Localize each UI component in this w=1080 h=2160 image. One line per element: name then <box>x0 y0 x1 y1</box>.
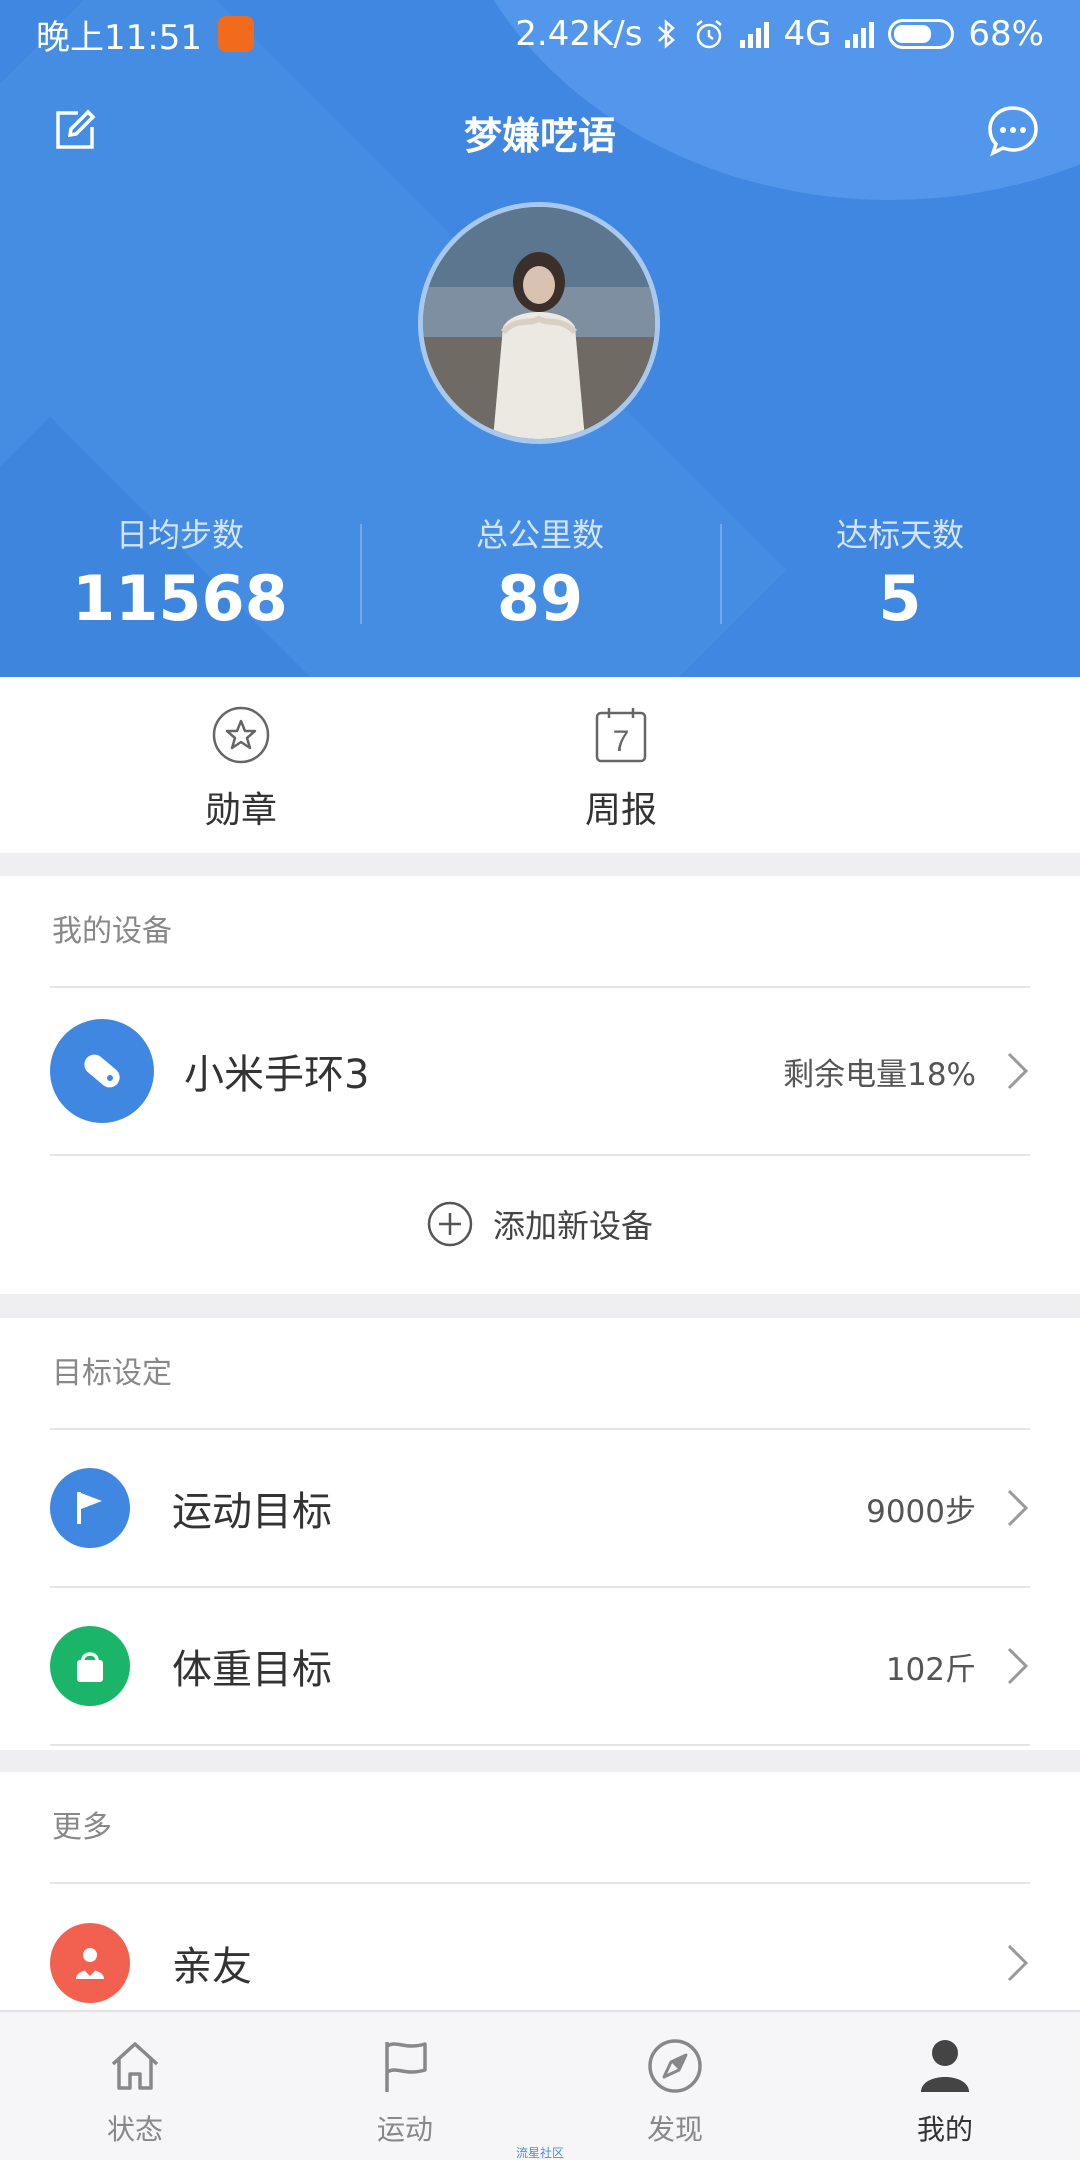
device-row[interactable]: 小米手环3 剩余电量18% <box>50 988 1030 1156</box>
battery-percent: 68% <box>968 14 1044 54</box>
stat-label: 总公里数 <box>475 516 604 554</box>
compass-icon <box>648 2039 702 2093</box>
medals-label: 勋章 <box>204 790 277 831</box>
status-time: 晚上11:51 <box>36 17 202 58</box>
star-badge-icon <box>212 706 270 764</box>
tab-label: 我的 <box>916 2113 973 2146</box>
weekly-report-label: 周报 <box>584 790 657 831</box>
goal-value: 9000步 <box>866 1493 976 1530</box>
top-bar: 梦嫌呓语 <box>0 95 1080 165</box>
section-title: 目标设定 <box>50 1318 1030 1430</box>
stat-value: 89 <box>496 562 584 635</box>
exercise-goal-row[interactable]: 运动目标 9000步 <box>50 1430 1030 1588</box>
tab-label: 发现 <box>646 2113 703 2146</box>
stat-goal-days: 达标天数 5 <box>720 510 1080 650</box>
avatar[interactable] <box>418 202 660 444</box>
weight-icon <box>50 1626 130 1706</box>
stat-value: 11568 <box>72 562 288 635</box>
signal-icon <box>740 20 770 48</box>
devices-section: 我的设备 小米手环3 剩余电量18% 添加新设备 <box>0 876 1080 1294</box>
friends-icon <box>50 1923 130 2003</box>
add-device-button[interactable]: 添加新设备 <box>0 1156 1080 1292</box>
medals-button[interactable]: 勋章 <box>0 677 432 853</box>
more-item-name: 亲友 <box>172 1944 252 1990</box>
tab-me[interactable]: 我的 <box>810 2012 1080 2160</box>
device-name: 小米手环3 <box>184 1052 370 1098</box>
chevron-right-icon <box>1007 1944 1029 1982</box>
add-device-label: 添加新设备 <box>492 1207 653 1245</box>
flag-outline-icon <box>385 2042 427 2092</box>
device-battery: 剩余电量18% <box>783 1056 976 1093</box>
stat-label: 日均步数 <box>115 516 244 554</box>
message-icon[interactable] <box>986 103 1040 157</box>
section-title: 我的设备 <box>50 876 1030 988</box>
quick-actions: 勋章 7 周报 <box>0 677 1080 853</box>
battery-icon <box>888 19 955 49</box>
net-speed: 2.42K/s <box>515 14 643 54</box>
profile-header: 晚上11:51 2.42K/s 4G 68% 梦嫌呓语 日均步数 11568 总… <box>0 0 1080 677</box>
weekly-report-button[interactable]: 7 周报 <box>432 677 810 853</box>
calendar-day: 7 <box>613 725 630 758</box>
tab-status[interactable]: 状态 <box>0 2012 270 2160</box>
person-icon <box>921 2040 969 2092</box>
stat-label: 达标天数 <box>835 516 964 554</box>
flag-icon <box>50 1468 130 1548</box>
battery-level <box>894 25 932 43</box>
band-icon <box>50 1019 154 1123</box>
chevron-right-icon <box>1007 1489 1029 1527</box>
chevron-right-icon <box>1007 1647 1029 1685</box>
tab-label: 运动 <box>376 2113 433 2146</box>
user-nickname: 梦嫌呓语 <box>463 114 616 158</box>
chevron-right-icon <box>1007 1052 1029 1090</box>
bottom-tab-bar: 状态 运动 发现 我的 <box>0 2010 1080 2160</box>
calendar-icon: 7 <box>595 708 647 763</box>
tab-label: 状态 <box>106 2113 163 2146</box>
watermark: 流星社区 <box>515 2146 564 2160</box>
goal-value: 102斤 <box>885 1651 976 1688</box>
tab-exercise[interactable]: 运动 <box>270 2012 540 2160</box>
app-notification-icon <box>217 16 254 52</box>
goal-name: 运动目标 <box>172 1489 332 1535</box>
plus-circle-icon <box>427 1201 473 1247</box>
alarm-icon <box>696 20 723 49</box>
weight-goal-row[interactable]: 体重目标 102斤 <box>50 1588 1030 1746</box>
signal-icon <box>845 20 875 48</box>
network-type: 4G <box>783 14 832 54</box>
bluetooth-icon <box>658 19 676 49</box>
stat-total-km: 总公里数 89 <box>360 510 720 650</box>
goal-name: 体重目标 <box>172 1647 332 1693</box>
goals-section: 目标设定 运动目标 9000步 体重目标 102斤 <box>0 1318 1080 1750</box>
avatar-photo <box>423 207 655 439</box>
status-bar: 晚上11:51 2.42K/s 4G 68% <box>0 0 1080 68</box>
tab-discover[interactable]: 发现 <box>540 2012 810 2160</box>
stat-value: 5 <box>878 562 922 635</box>
home-icon <box>111 2042 159 2090</box>
section-title: 更多 <box>50 1772 1030 1884</box>
stat-daily-steps: 日均步数 11568 <box>0 510 360 650</box>
more-section: 更多 亲友 <box>0 1772 1080 2012</box>
stats-row: 日均步数 11568 总公里数 89 达标天数 5 <box>0 510 1080 650</box>
